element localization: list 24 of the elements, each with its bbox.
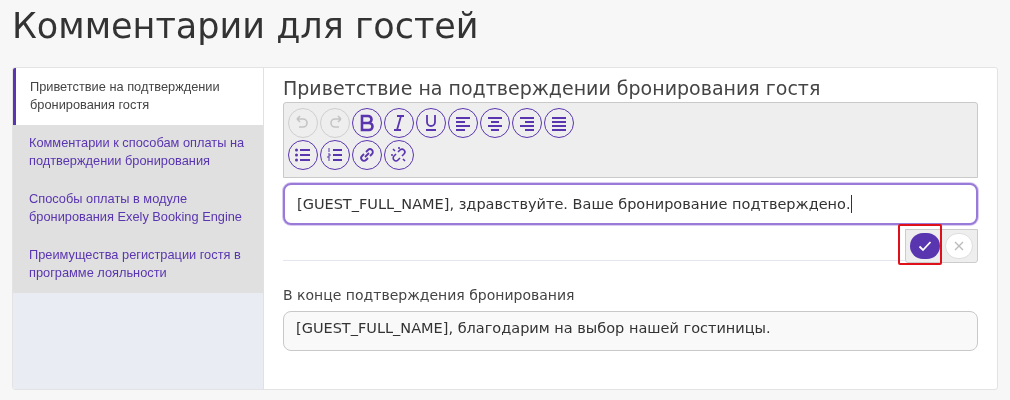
confirm-button[interactable] [910,233,940,259]
bold-icon [358,114,376,132]
close-icon [953,240,965,252]
field-label: В конце подтверждения бронирования [283,287,576,303]
sidebar-item[interactable]: Приветствие на подтверждении бронирования гостя [13,68,263,125]
link-icon [358,146,376,164]
align-center-icon [486,114,504,132]
sidebar-item[interactable]: Способы оплаты в модуле бронирования Exely Booking Engine [13,181,263,237]
text-cursor [850,195,852,213]
check-icon [918,240,932,252]
field-text: [GUEST_FULL_NAME], здравствуйте. Ваше бронирование подтверждено. [297,196,851,212]
section-heading: Приветствие на подтверждении бронирования гостя [283,76,822,100]
sidebar-item[interactable]: Комментарии к способам оплаты на подтверждении бронирования [13,125,263,181]
sidebar-item[interactable]: Преимущества регистрации гостя в программе лояльности [13,237,263,293]
justify-icon [550,114,568,132]
align-right-icon [518,114,536,132]
bullet-list-icon [294,146,312,164]
numbered-list-icon [326,146,344,164]
field-text: [GUEST_FULL_NAME], благодарим на выбор нашей гостиницы. [296,320,771,336]
unlink-icon [390,146,408,164]
page-title: Комментарии для гостей [12,5,480,48]
closing-field[interactable]: [GUEST_FULL_NAME], благодарим на выбор нашей гостиницы. [283,311,978,351]
message-field[interactable]: [GUEST_FULL_NAME], здравствуйте. Ваше бронирование подтверждено. [283,183,978,225]
align-left-icon [454,114,472,132]
